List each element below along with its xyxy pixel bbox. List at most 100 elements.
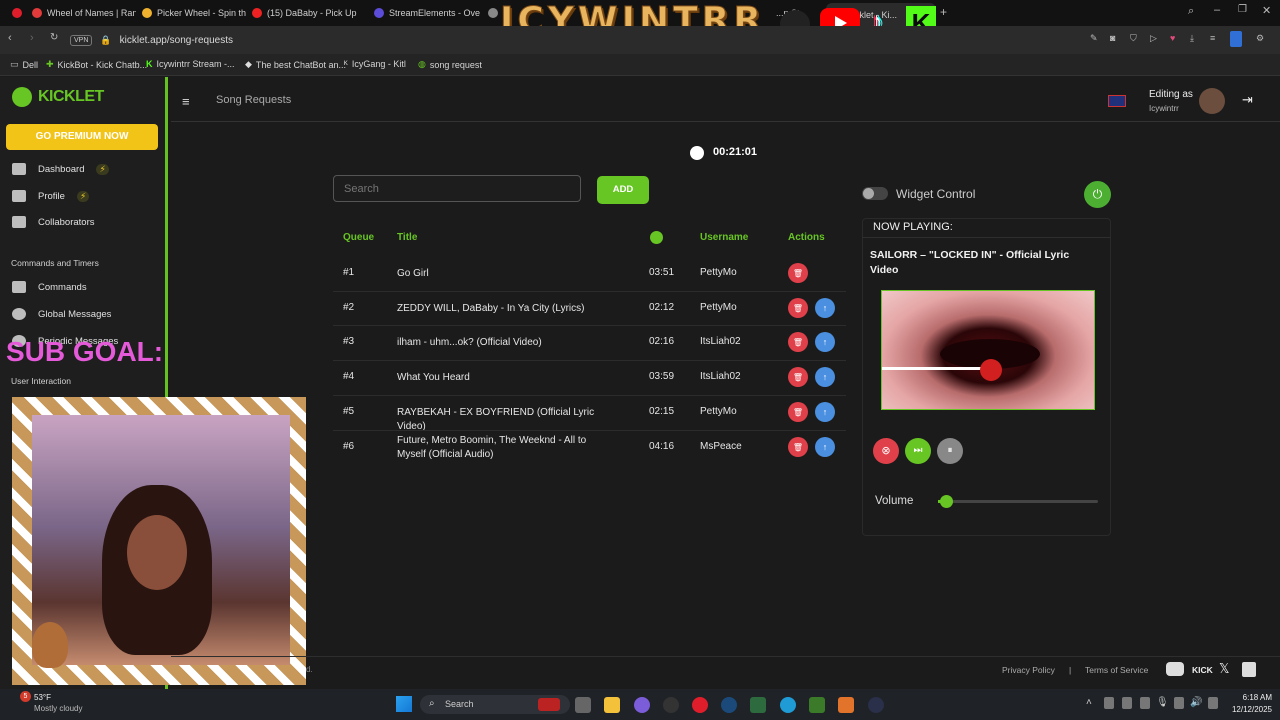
discord-taskbar-icon[interactable] xyxy=(634,697,650,713)
brand-logo[interactable]: KICKLET xyxy=(12,87,104,107)
url-field[interactable]: VPN 🔒 kicklet.app/song-requests xyxy=(70,31,1100,49)
profile-icon[interactable] xyxy=(1230,31,1242,47)
back-icon[interactable]: ‹ xyxy=(8,32,12,44)
windows-start-icon[interactable] xyxy=(396,696,412,712)
move-up-button[interactable]: ↑ xyxy=(815,332,835,352)
heart-icon[interactable]: ♥ xyxy=(1170,33,1175,43)
row-separator xyxy=(333,291,846,292)
shield-icon[interactable]: ⛉ xyxy=(1130,33,1137,44)
tab-favicon-icon xyxy=(488,8,498,18)
bookmark-icygang[interactable]: ᴷ IcyGang - Kitl xyxy=(344,59,406,69)
obs-icon[interactable] xyxy=(663,697,679,713)
edge-icon[interactable] xyxy=(780,697,796,713)
pause-button[interactable]: ⏸ xyxy=(937,438,963,464)
delete-button[interactable]: 🗑 xyxy=(788,332,808,352)
chevron-up-icon[interactable]: ˄ xyxy=(1086,697,1092,708)
search-input[interactable] xyxy=(333,175,581,202)
app-icon[interactable] xyxy=(809,697,825,713)
move-up-button[interactable]: ↑ xyxy=(815,437,835,457)
sidebar-item-profile[interactable]: Profile ⚡ xyxy=(12,190,90,202)
terms-of-service-link[interactable]: Terms of Service xyxy=(1085,665,1148,675)
steam-icon[interactable] xyxy=(721,697,737,713)
sidebar-item-global-messages[interactable]: Global Messages xyxy=(12,308,111,320)
move-up-button[interactable]: ↑ xyxy=(815,402,835,422)
privacy-policy-link[interactable]: Privacy Policy xyxy=(1002,665,1055,675)
file-explorer-icon[interactable] xyxy=(604,697,620,713)
taskbar-search[interactable]: ⌕ Search xyxy=(420,695,570,714)
tray-icon[interactable] xyxy=(1104,697,1114,709)
widget-control-toggle[interactable] xyxy=(862,187,888,200)
weather-temp[interactable]: 53°F xyxy=(34,693,51,702)
kitl-icon: ᴷ xyxy=(344,59,348,69)
video-thumbnail[interactable] xyxy=(881,290,1095,410)
volume-tray-icon[interactable]: 🔊 xyxy=(1190,697,1202,708)
new-tab-plus-icon[interactable]: + xyxy=(940,5,947,19)
vpn-badge[interactable]: VPN xyxy=(70,34,93,46)
bookmark-icywintrr-stream[interactable]: K Icywintrr Stream -... xyxy=(146,59,235,69)
bookmark-dell[interactable]: ▭ Dell xyxy=(10,59,38,70)
search-tabs-icon[interactable]: ⌕ xyxy=(1188,5,1194,18)
avatar[interactable] xyxy=(1199,88,1225,114)
reload-icon[interactable]: ↻ xyxy=(50,32,58,43)
x-twitter-icon[interactable]: 𝕏 xyxy=(1219,661,1229,677)
logout-icon[interactable]: ⇥ xyxy=(1242,92,1253,108)
stop-button[interactable]: ⊗ xyxy=(873,438,899,464)
system-tray-icons: 🎙 🔊 xyxy=(1104,697,1236,711)
kick-link[interactable]: KICK xyxy=(1192,665,1213,675)
move-up-button[interactable]: ↑ xyxy=(815,367,835,387)
hamburger-menu-icon[interactable]: ≡ xyxy=(182,94,190,109)
tab-picker-wheel[interactable]: Picker Wheel - Spin the Wh xyxy=(136,4,246,22)
delete-button[interactable]: 🗑 xyxy=(788,437,808,457)
maximize-icon[interactable]: ❐ xyxy=(1238,4,1247,15)
taskbar-date[interactable]: 12/12/2025 xyxy=(1224,705,1272,714)
editing-as-label: Editing as xyxy=(1149,89,1193,100)
tray-icon[interactable] xyxy=(1174,697,1184,709)
close-window-icon[interactable]: ✕ xyxy=(1262,4,1271,17)
camera-icon[interactable]: ◙ xyxy=(1110,33,1115,43)
play-icon[interactable]: ▷ xyxy=(1150,33,1157,44)
delete-button[interactable]: 🗑 xyxy=(788,367,808,387)
taskbar-time[interactable]: 6:18 AM xyxy=(1236,693,1272,702)
tab-youtube-dababy[interactable]: (15) DaBaby - Pick Up feat xyxy=(246,4,358,22)
download-icon[interactable]: ⤓ xyxy=(1190,33,1194,44)
search-icon: ⌕ xyxy=(429,698,435,709)
tray-icon[interactable] xyxy=(1140,697,1150,709)
delete-button[interactable]: 🗑 xyxy=(788,298,808,318)
volume-slider[interactable] xyxy=(938,495,1098,508)
mic-icon[interactable]: 🎙 xyxy=(1156,697,1169,708)
bookmark-kickbot[interactable]: ✚ KickBot - Kick Chatb... xyxy=(46,59,147,70)
sidebar-item-dashboard[interactable]: Dashboard ⚡ xyxy=(12,163,109,175)
document-icon[interactable] xyxy=(1242,662,1256,677)
tab-wheel-of-names[interactable]: Wheel of Names | Random xyxy=(26,4,136,22)
now-playing-title: SAILORR – "LOCKED IN" - Official Lyric V… xyxy=(870,249,1070,276)
add-button[interactable]: ADD xyxy=(597,176,649,204)
app-icon[interactable] xyxy=(868,697,884,713)
tab-streamelements[interactable]: StreamElements - Overlay xyxy=(368,4,480,22)
delete-button[interactable]: 🗑 xyxy=(788,263,808,283)
queue-position: #5 xyxy=(343,406,355,417)
volume-knob[interactable] xyxy=(940,495,953,508)
menu-icon[interactable]: ≡ xyxy=(1210,33,1215,43)
move-up-button[interactable]: ↑ xyxy=(815,298,835,318)
go-premium-button[interactable]: GO PREMIUM NOW xyxy=(6,124,158,150)
minimize-icon[interactable]: – xyxy=(1214,4,1220,16)
bookmark-chatbot[interactable]: ◆ The best ChatBot an... xyxy=(245,59,346,70)
skip-button[interactable]: ⏭ xyxy=(905,438,931,464)
tray-icon[interactable] xyxy=(1122,697,1132,709)
uk-flag-icon[interactable] xyxy=(1108,95,1126,107)
forward-icon[interactable]: › xyxy=(30,32,34,44)
opera-taskbar-icon[interactable] xyxy=(692,697,708,713)
power-button[interactable]: ⏻ xyxy=(1084,181,1111,208)
settings-icon[interactable]: ⚙ xyxy=(1256,33,1264,44)
bookmark-song-request[interactable]: ◍ song request xyxy=(418,59,482,70)
tray-icon[interactable] xyxy=(1208,697,1218,709)
app-icon[interactable] xyxy=(838,697,854,713)
task-view-icon[interactable] xyxy=(575,697,591,713)
sidebar-item-commands[interactable]: Commands xyxy=(12,281,87,293)
terminal-icon[interactable] xyxy=(750,697,766,713)
delete-button[interactable]: 🗑 xyxy=(788,402,808,422)
sidebar-item-collaborators[interactable]: Collaborators xyxy=(12,216,95,228)
edit-icon[interactable]: ✎ xyxy=(1090,33,1098,44)
discord-icon[interactable] xyxy=(1166,662,1184,676)
opera-icon[interactable] xyxy=(6,4,26,22)
